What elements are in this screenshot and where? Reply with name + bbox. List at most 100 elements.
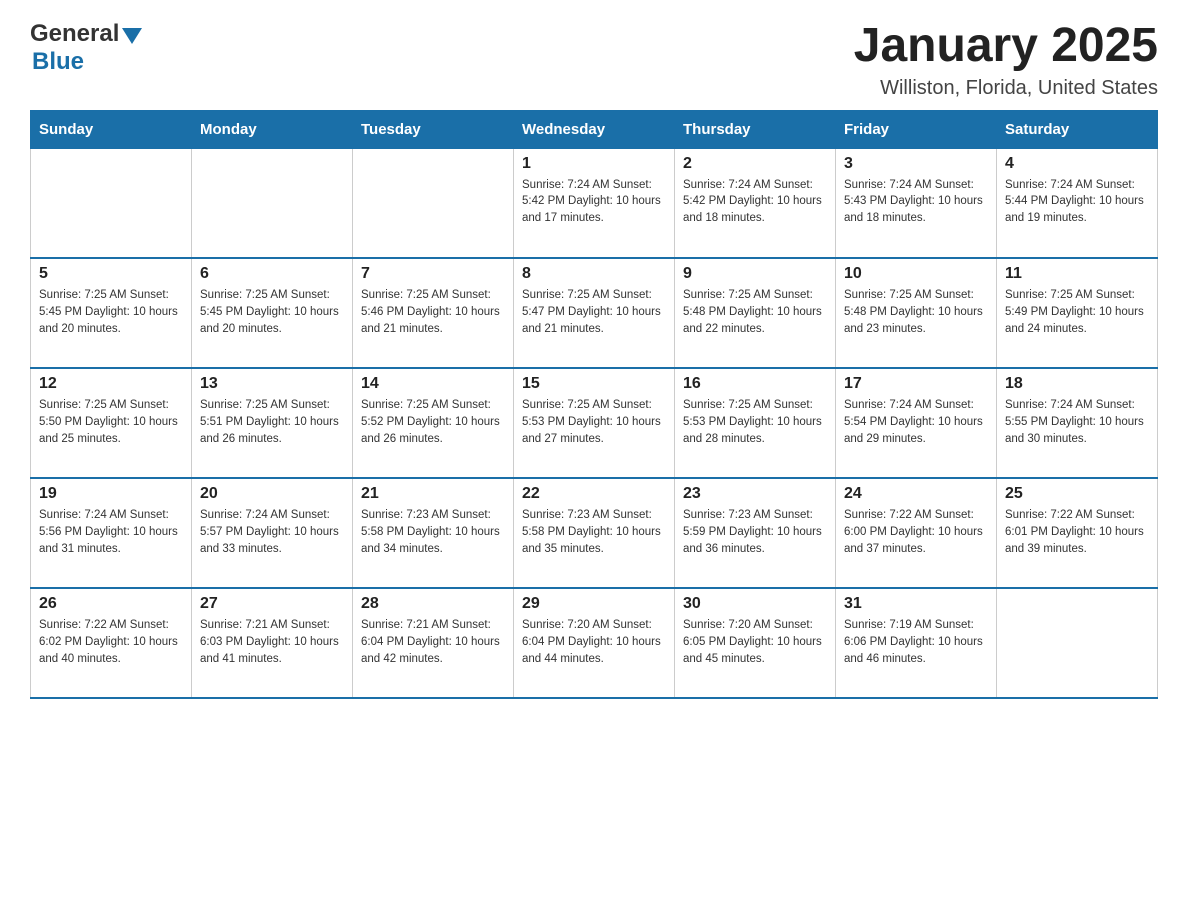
calendar-header-sunday: Sunday (31, 110, 192, 148)
calendar-cell: 24Sunrise: 7:22 AM Sunset: 6:00 PM Dayli… (836, 478, 997, 588)
calendar-cell: 15Sunrise: 7:25 AM Sunset: 5:53 PM Dayli… (514, 368, 675, 478)
day-info: Sunrise: 7:25 AM Sunset: 5:52 PM Dayligh… (361, 397, 505, 447)
calendar-cell: 7 Sunrise: 7:25 AM Sunset: 5:46 PM Daylig… (353, 258, 514, 368)
calendar-cell: 3Sunrise: 7:24 AM Sunset: 5:43 PM Daylig… (836, 148, 997, 258)
day-info: Sunrise: 7:25 AM Sunset: 5:51 PM Dayligh… (200, 397, 344, 447)
day-number: 2 (683, 155, 827, 173)
calendar-week-3: 12 Sunrise: 7:25 AM Sunset: 5:50 PM Dayli… (31, 368, 1158, 478)
logo: General Blue (30, 20, 142, 76)
day-number: 1 (522, 155, 666, 173)
day-number: 29 (522, 595, 666, 613)
calendar-cell: 2 Sunrise: 7:24 AM Sunset: 5:42 PM Daylig… (675, 148, 836, 258)
month-title: January 2025 (854, 20, 1158, 73)
day-info: Sunrise: 7:20 AM Sunset: 6:04 PM Dayligh… (522, 617, 666, 667)
day-number: 20 (200, 485, 344, 503)
day-info: Sunrise: 7:24 AM Sunset: 5:57 PM Dayligh… (200, 507, 344, 557)
day-info: Sunrise: 7:19 AM Sunset: 6:06 PM Dayligh… (844, 617, 988, 667)
calendar-header-monday: Monday (192, 110, 353, 148)
page-header: General Blue January 2025 Williston, Flo… (30, 20, 1158, 100)
day-number: 10 (844, 265, 988, 283)
calendar-cell: 14 Sunrise: 7:25 AM Sunset: 5:52 PM Dayli… (353, 368, 514, 478)
day-number: 3 (844, 155, 988, 173)
calendar-cell: 20 Sunrise: 7:24 AM Sunset: 5:57 PM Dayli… (192, 478, 353, 588)
day-number: 22 (522, 485, 666, 503)
day-number: 30 (683, 595, 827, 613)
day-info: Sunrise: 7:25 AM Sunset: 5:53 PM Dayligh… (522, 397, 666, 447)
calendar-cell: 29 Sunrise: 7:20 AM Sunset: 6:04 PM Dayli… (514, 588, 675, 698)
day-info: Sunrise: 7:24 AM Sunset: 5:55 PM Dayligh… (1005, 397, 1149, 447)
calendar-cell: 11Sunrise: 7:25 AM Sunset: 5:49 PM Dayli… (997, 258, 1158, 368)
calendar-cell (31, 148, 192, 258)
day-number: 27 (200, 595, 344, 613)
day-number: 17 (844, 375, 988, 393)
calendar-cell: 5 Sunrise: 7:25 AM Sunset: 5:45 PM Daylig… (31, 258, 192, 368)
location-text: Williston, Florida, United States (854, 77, 1158, 100)
day-info: Sunrise: 7:22 AM Sunset: 6:00 PM Dayligh… (844, 507, 988, 557)
calendar-cell: 10 Sunrise: 7:25 AM Sunset: 5:48 PM Dayli… (836, 258, 997, 368)
calendar-cell: 12 Sunrise: 7:25 AM Sunset: 5:50 PM Dayli… (31, 368, 192, 478)
calendar-cell: 31 Sunrise: 7:19 AM Sunset: 6:06 PM Dayli… (836, 588, 997, 698)
day-number: 8 (522, 265, 666, 283)
calendar-header-tuesday: Tuesday (353, 110, 514, 148)
calendar-header-wednesday: Wednesday (514, 110, 675, 148)
day-info: Sunrise: 7:24 AM Sunset: 5:56 PM Dayligh… (39, 507, 183, 557)
day-info: Sunrise: 7:20 AM Sunset: 6:05 PM Dayligh… (683, 617, 827, 667)
day-number: 28 (361, 595, 505, 613)
day-info: Sunrise: 7:25 AM Sunset: 5:50 PM Dayligh… (39, 397, 183, 447)
day-number: 18 (1005, 375, 1149, 393)
calendar-cell: 6 Sunrise: 7:25 AM Sunset: 5:45 PM Daylig… (192, 258, 353, 368)
day-number: 7 (361, 265, 505, 283)
day-info: Sunrise: 7:25 AM Sunset: 5:47 PM Dayligh… (522, 287, 666, 337)
calendar-week-1: 1 Sunrise: 7:24 AM Sunset: 5:42 PM Daylig… (31, 148, 1158, 258)
day-number: 16 (683, 375, 827, 393)
calendar-header-thursday: Thursday (675, 110, 836, 148)
logo-triangle-icon (122, 28, 142, 44)
calendar-cell: 19 Sunrise: 7:24 AM Sunset: 5:56 PM Dayli… (31, 478, 192, 588)
logo-general-text: General (30, 20, 119, 48)
day-number: 26 (39, 595, 183, 613)
day-number: 11 (1005, 265, 1149, 283)
day-number: 25 (1005, 485, 1149, 503)
day-info: Sunrise: 7:23 AM Sunset: 5:58 PM Dayligh… (361, 507, 505, 557)
day-number: 14 (361, 375, 505, 393)
day-info: Sunrise: 7:23 AM Sunset: 5:58 PM Dayligh… (522, 507, 666, 557)
calendar-cell: 21Sunrise: 7:23 AM Sunset: 5:58 PM Dayli… (353, 478, 514, 588)
day-number: 12 (39, 375, 183, 393)
day-info: Sunrise: 7:25 AM Sunset: 5:53 PM Dayligh… (683, 397, 827, 447)
calendar-cell (192, 148, 353, 258)
calendar-cell: 16 Sunrise: 7:25 AM Sunset: 5:53 PM Dayli… (675, 368, 836, 478)
day-info: Sunrise: 7:25 AM Sunset: 5:48 PM Dayligh… (683, 287, 827, 337)
day-info: Sunrise: 7:25 AM Sunset: 5:45 PM Dayligh… (200, 287, 344, 337)
calendar-cell (997, 588, 1158, 698)
day-number: 19 (39, 485, 183, 503)
day-number: 4 (1005, 155, 1149, 173)
day-number: 6 (200, 265, 344, 283)
day-info: Sunrise: 7:23 AM Sunset: 5:59 PM Dayligh… (683, 507, 827, 557)
calendar-cell (353, 148, 514, 258)
day-info: Sunrise: 7:24 AM Sunset: 5:42 PM Dayligh… (683, 177, 827, 227)
day-info: Sunrise: 7:25 AM Sunset: 5:45 PM Dayligh… (39, 287, 183, 337)
logo-blue-text: Blue (32, 48, 84, 76)
day-number: 9 (683, 265, 827, 283)
calendar-cell: 22 Sunrise: 7:23 AM Sunset: 5:58 PM Dayli… (514, 478, 675, 588)
day-info: Sunrise: 7:21 AM Sunset: 6:04 PM Dayligh… (361, 617, 505, 667)
day-info: Sunrise: 7:25 AM Sunset: 5:46 PM Dayligh… (361, 287, 505, 337)
calendar-cell: 23 Sunrise: 7:23 AM Sunset: 5:59 PM Dayli… (675, 478, 836, 588)
calendar-cell: 8 Sunrise: 7:25 AM Sunset: 5:47 PM Daylig… (514, 258, 675, 368)
calendar-cell: 1 Sunrise: 7:24 AM Sunset: 5:42 PM Daylig… (514, 148, 675, 258)
day-info: Sunrise: 7:22 AM Sunset: 6:01 PM Dayligh… (1005, 507, 1149, 557)
day-number: 31 (844, 595, 988, 613)
calendar-week-5: 26 Sunrise: 7:22 AM Sunset: 6:02 PM Dayli… (31, 588, 1158, 698)
day-info: Sunrise: 7:25 AM Sunset: 5:48 PM Dayligh… (844, 287, 988, 337)
calendar-cell: 18 Sunrise: 7:24 AM Sunset: 5:55 PM Dayli… (997, 368, 1158, 478)
day-info: Sunrise: 7:24 AM Sunset: 5:42 PM Dayligh… (522, 177, 666, 227)
day-info: Sunrise: 7:22 AM Sunset: 6:02 PM Dayligh… (39, 617, 183, 667)
calendar-cell: 13Sunrise: 7:25 AM Sunset: 5:51 PM Dayli… (192, 368, 353, 478)
day-number: 5 (39, 265, 183, 283)
day-number: 23 (683, 485, 827, 503)
calendar-header-saturday: Saturday (997, 110, 1158, 148)
calendar-week-4: 19 Sunrise: 7:24 AM Sunset: 5:56 PM Dayli… (31, 478, 1158, 588)
calendar-cell: 4Sunrise: 7:24 AM Sunset: 5:44 PM Daylig… (997, 148, 1158, 258)
calendar-header-row: SundayMondayTuesdayWednesdayThursdayFrid… (31, 110, 1158, 148)
calendar-week-2: 5 Sunrise: 7:25 AM Sunset: 5:45 PM Daylig… (31, 258, 1158, 368)
